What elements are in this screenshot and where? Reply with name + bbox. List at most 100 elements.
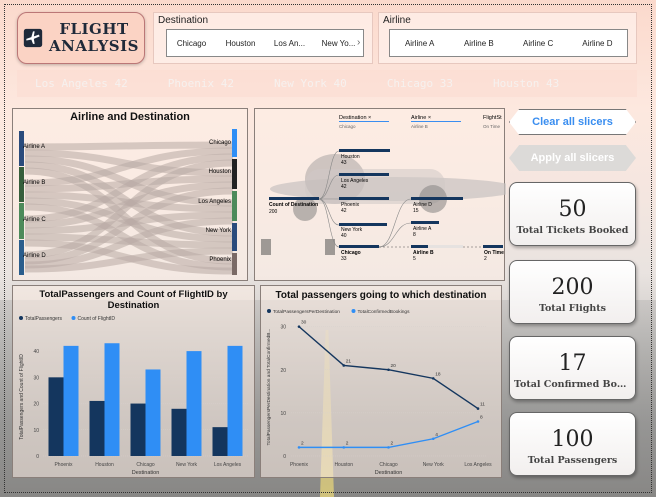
data-label: 2 <box>391 440 394 446</box>
x-tick-label: Chicago <box>379 462 398 468</box>
ticker-item: Los Angeles 42 <box>35 77 128 90</box>
x-tick-label: Chicago <box>136 462 155 468</box>
y-tick-label: 30 <box>33 375 39 381</box>
airline-option-b[interactable]: Airline B <box>449 39 508 48</box>
y-tick-label: 20 <box>280 368 286 374</box>
y-tick-label: 0 <box>36 454 39 460</box>
sankey-label-houston: Houston <box>208 169 231 175</box>
airline-option-d[interactable]: Airline D <box>568 39 627 48</box>
kpi-value: 17 <box>558 351 587 376</box>
sankey-label-new-york: New York <box>205 228 231 234</box>
point-totalconfirmedbookings-houston <box>342 446 346 449</box>
point-totalpassengersperdestination-phoenix <box>297 325 301 328</box>
sankey-label-airline-c: Airline C <box>23 217 46 223</box>
kpi-value: 50 <box>558 197 587 222</box>
destination-slicer: Destination Chicago Houston Los An... Ne… <box>153 12 373 64</box>
sankey-label-airline-a: Airline A <box>23 144 46 150</box>
destination-option-chicago[interactable]: Chicago <box>167 39 216 48</box>
x-tick-label: Houston <box>334 462 353 468</box>
line-chart: TotalPassengersPerDestination TotalConfir… <box>266 309 492 476</box>
y-tick-label: 0 <box>283 454 286 460</box>
airline-option-c[interactable]: Airline C <box>509 39 568 48</box>
sankey-node-new-york <box>232 223 237 251</box>
data-label: 2 <box>346 440 349 446</box>
ticker-item: Chicago 33 <box>386 77 454 90</box>
airline-slicer: Airline Airline A Airline B Airline C Ai… <box>378 12 637 64</box>
decomp-dest-value: 40 <box>341 233 347 239</box>
decomp-bar-chicago <box>339 245 379 248</box>
decomp-airline-label[interactable]: Airline B <box>413 250 434 256</box>
airline-slicer-title: Airline <box>383 15 411 26</box>
kpi-total-passengers: 100 Total Passengers <box>509 412 636 476</box>
decomp-bar-new-york <box>339 223 387 226</box>
sankey-label-los-angeles: Los Angeles <box>198 199 231 205</box>
decomp-dest-value: 42 <box>341 208 347 214</box>
data-label: 30 <box>301 320 307 326</box>
bar-chart: TotalPassengers Count of FlightID 0 10 20 30 4… <box>19 316 248 476</box>
bar-count-of-flightid-new-york <box>186 351 202 456</box>
bar-totalpassengers-chicago <box>130 403 146 456</box>
legend-marker-totalconfirmedbookings <box>351 309 356 313</box>
clear-all-slicers-button[interactable]: Clear all slicers <box>509 109 636 135</box>
decomp-bar-airline-b <box>411 245 428 248</box>
decomp-airline-value: 15 <box>413 208 419 214</box>
destination-slicer-title: Destination <box>158 15 209 26</box>
report-title: FLIGHT ANALYSIS <box>49 20 139 55</box>
decomp-status-value: 2 <box>484 256 487 262</box>
decomp-bar-houston <box>339 149 390 152</box>
ticker-item: New York 40 <box>273 77 347 90</box>
point-totalconfirmedbookings-new-york <box>431 437 435 441</box>
bar-chart-panel: TotalPassengers and Count of FlightID by… <box>12 285 255 478</box>
decomposition-tree <box>269 149 503 248</box>
y-tick-label: 20 <box>33 402 39 408</box>
data-label: 20 <box>391 363 397 369</box>
decomp-bar-airline-d <box>411 197 463 200</box>
x-axis-label: Destination <box>375 470 403 476</box>
legend-marker-totalpassengers <box>19 316 23 320</box>
x-tick-label: Phoenix <box>290 462 309 468</box>
kpi-label: Total Tickets Booked <box>516 225 629 236</box>
apply-all-slicers-button[interactable]: Apply all slicers <box>509 145 636 171</box>
point-totalpassengersperdestination-houston <box>342 364 346 367</box>
kpi-total-confirmed-bookings: 17 Total Confirmed Book... <box>509 336 636 400</box>
y-tick-label: 10 <box>33 428 39 434</box>
y-tick-label: 40 <box>33 349 39 355</box>
bar-count-of-flightid-houston <box>104 343 120 456</box>
bar-totalpassengers-los-angeles <box>212 427 228 456</box>
decomp-bar-root <box>269 197 319 200</box>
kpi-label: Total Confirmed Book... <box>514 379 631 390</box>
chevron-right-icon[interactable]: › <box>357 37 360 48</box>
data-label: 2 <box>301 440 304 446</box>
data-label: 18 <box>435 371 441 377</box>
legend-label-totalpassengersperdestination: TotalPassengersPerDestination <box>273 309 340 315</box>
report-title-box: FLIGHT ANALYSIS <box>17 12 145 64</box>
decomp-bar-airline-a <box>411 221 439 224</box>
sankey-label-airline-b: Airline B <box>23 180 46 186</box>
destination-option-los-angeles[interactable]: Los An... <box>265 39 314 48</box>
decomp-airline-value: 5 <box>413 256 416 262</box>
destination-option-houston[interactable]: Houston <box>216 39 265 48</box>
destination-option-new-york[interactable]: New Yo... <box>314 39 363 48</box>
sankey-node-chicago <box>232 129 237 157</box>
bar-totalpassengers-houston <box>89 400 105 456</box>
y-tick-label: 30 <box>280 325 286 331</box>
kpi-total-flights: 200 Total Flights <box>509 260 636 324</box>
legend-marker-count-of-flightid <box>71 316 76 320</box>
legend-label-totalpassengers: TotalPassengers <box>25 316 62 322</box>
x-axis-label: Destination <box>132 470 160 476</box>
point-totalconfirmedbookings-phoenix <box>297 446 301 449</box>
bar-count-of-flightid-chicago <box>145 369 161 456</box>
data-label: 8 <box>480 415 483 421</box>
y-tick-label: 10 <box>280 411 286 417</box>
decomp-dest-value: 33 <box>341 256 347 262</box>
data-label: 4 <box>435 432 438 438</box>
ticker-item: Houston 43 <box>493 77 560 90</box>
bar-count-of-flightid-los-angeles <box>227 345 243 456</box>
y-axis-label: TotalPassengersPerDestination and TotalC… <box>266 329 272 446</box>
kpi-total-tickets-booked: 50 Total Tickets Booked <box>509 182 636 246</box>
airline-option-a[interactable]: Airline A <box>390 39 449 48</box>
kpi-value: 200 <box>551 275 594 300</box>
line-chart-panel: Total passengers going to which destinat… <box>260 285 502 478</box>
decomp-root-label: Count of Destination <box>269 202 319 208</box>
airplane-icon <box>23 28 43 48</box>
